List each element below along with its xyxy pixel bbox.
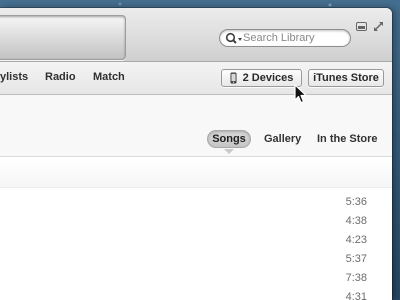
song-duration: 5:37: [345, 253, 367, 265]
mouse-cursor-icon: [294, 84, 308, 104]
selected-tab-pointer: [224, 149, 234, 154]
table-row[interactable]: 4:31: [0, 288, 392, 300]
fullscreen-icon[interactable]: [373, 19, 384, 31]
nav-item-radio[interactable]: Radio: [45, 71, 76, 83]
song-duration: 4:31: [345, 291, 367, 300]
itunes-window: ylists Radio Match 2 Devices iTunes Stor…: [0, 8, 392, 300]
song-duration: 5:36: [345, 196, 367, 208]
miniplayer-icon[interactable]: [356, 19, 367, 31]
table-row[interactable]: 4:38: [0, 212, 392, 231]
song-list-header: [0, 157, 392, 188]
tab-in-the-store[interactable]: In the Store: [317, 133, 378, 145]
song-list: 5:36 4:38 4:23 5:37 7:38 4:31: [0, 157, 392, 300]
song-duration: 7:38: [345, 272, 367, 284]
tab-gallery[interactable]: Gallery: [264, 133, 301, 145]
search-icon[interactable]: [225, 32, 245, 46]
song-duration: 4:38: [345, 215, 367, 227]
table-row[interactable]: 5:37: [0, 250, 392, 269]
table-row[interactable]: 7:38: [0, 269, 392, 288]
toolbar: [0, 8, 392, 62]
itunes-store-button[interactable]: iTunes Store: [308, 69, 384, 87]
song-duration: 4:23: [345, 234, 367, 246]
itunes-store-label: iTunes Store: [313, 72, 379, 84]
tab-songs-label: Songs: [212, 133, 246, 145]
devices-label: 2 Devices: [242, 72, 294, 84]
iphone-icon: [230, 72, 237, 84]
now-playing-display[interactable]: [0, 15, 126, 60]
view-switcher: Songs Gallery In the Store: [0, 95, 392, 157]
devices-button[interactable]: 2 Devices: [221, 69, 302, 87]
tab-songs[interactable]: Songs: [207, 130, 251, 148]
nav-item-match[interactable]: Match: [93, 71, 125, 83]
nav-item-playlists[interactable]: ylists: [0, 71, 28, 83]
table-row[interactable]: 5:36: [0, 193, 392, 212]
search-field[interactable]: [219, 29, 351, 47]
table-row[interactable]: 4:23: [0, 231, 392, 250]
library-navbar: ylists Radio Match 2 Devices iTunes Stor…: [0, 62, 392, 95]
search-input[interactable]: [243, 30, 343, 46]
